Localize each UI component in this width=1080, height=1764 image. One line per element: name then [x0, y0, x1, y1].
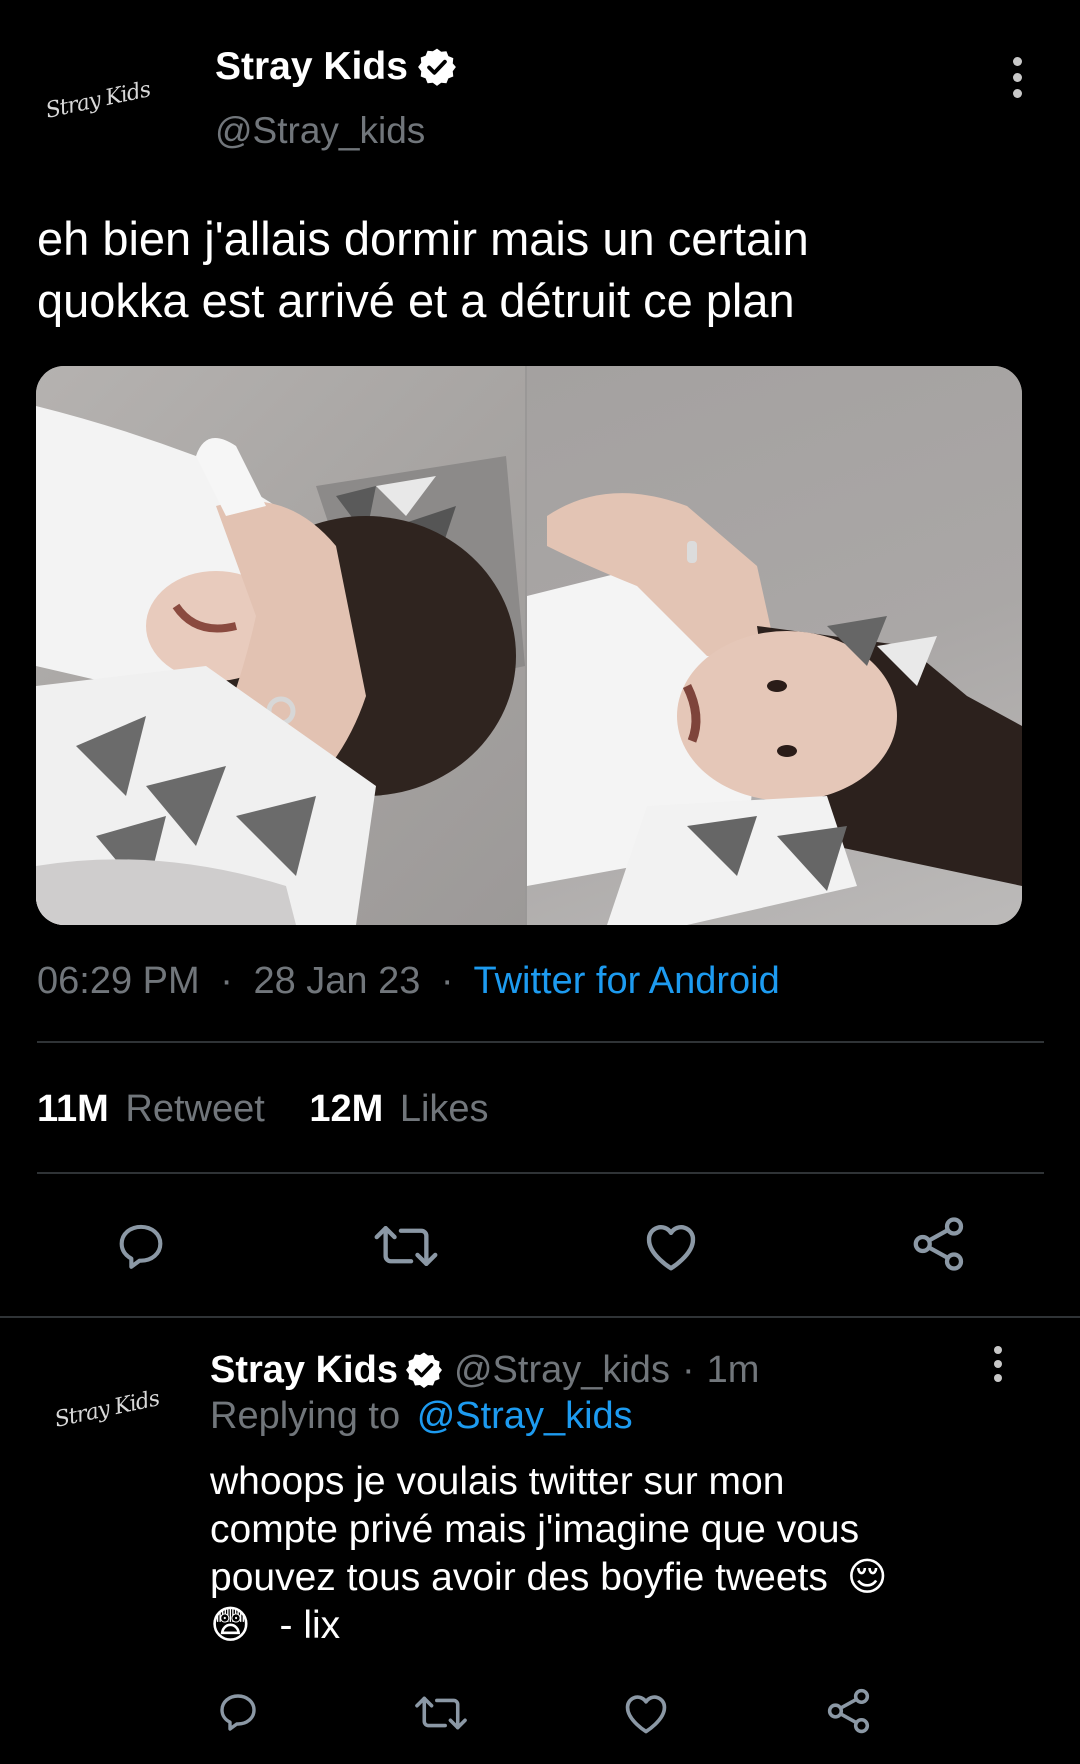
reply-text-suffix: - lix — [279, 1604, 341, 1647]
more-options-icon[interactable] — [1013, 57, 1022, 98]
likes-count: 12M — [309, 1088, 384, 1130]
reply-author-name[interactable]: Stray Kids — [210, 1349, 398, 1392]
reply-header: Stray Kids @Stray_kids · 1m — [210, 1346, 759, 1394]
verified-badge-icon — [418, 48, 456, 86]
share-icon[interactable] — [823, 1686, 875, 1736]
tweet-source-link[interactable]: Twitter for Android — [473, 960, 779, 1002]
share-icon[interactable] — [908, 1214, 970, 1274]
author-handle[interactable]: @Stray_kids — [215, 110, 425, 152]
divider — [0, 1316, 1080, 1318]
photo-right-illustration — [527, 493, 1022, 925]
photo-left-illustration — [36, 406, 525, 925]
reply-icon[interactable] — [110, 1216, 172, 1274]
reply-author-avatar[interactable]: Stray Kids — [48, 1350, 166, 1468]
divider — [37, 1041, 1044, 1043]
likes-label: Likes — [399, 1088, 489, 1130]
like-icon[interactable] — [620, 1688, 672, 1736]
retweet-label: Retweet — [125, 1088, 265, 1130]
verified-badge-icon — [405, 1352, 442, 1388]
tweet-date: 28 Jan 23 — [253, 960, 421, 1002]
meta-separator: · — [681, 1348, 695, 1391]
like-icon[interactable] — [640, 1216, 702, 1274]
tweet-text: eh bien j'allais dormir mais un certain … — [37, 208, 1047, 332]
fearful-face-emoji: 😨 — [210, 1604, 251, 1647]
reply-text-line: whoops je voulais twitter sur mon — [210, 1460, 785, 1503]
tweet-photo-left[interactable] — [36, 366, 525, 925]
replying-to: Replying to @Stray_kids — [210, 1395, 633, 1438]
retweet-icon[interactable] — [412, 1690, 470, 1736]
stray-kids-logo: Stray Kids — [52, 1385, 162, 1433]
retweet-count: 11M — [37, 1088, 109, 1130]
reply-text: whoops je voulais twitter sur mon compte… — [210, 1458, 1060, 1650]
meta-separator: · — [440, 960, 454, 1002]
relieved-face-emoji: 😌 — [846, 1556, 888, 1599]
author-name-row[interactable]: Stray Kids — [215, 42, 458, 92]
tweet-stats: 11M Retweet 12M Likes — [37, 1088, 489, 1131]
tweet-media[interactable] — [36, 366, 1022, 925]
likes-stat[interactable]: 12M Likes — [309, 1088, 488, 1130]
replying-to-handle[interactable]: @Stray_kids — [417, 1395, 633, 1437]
retweet-icon[interactable] — [371, 1218, 441, 1274]
tweet-text-line: quokka est arrivé et a détruit ce plan — [37, 274, 795, 327]
stray-kids-logo: Stray Kids — [43, 76, 153, 124]
tweet-text-line: eh bien j'allais dormir mais un certain — [37, 212, 809, 265]
meta-separator: · — [220, 960, 233, 1002]
author-avatar[interactable]: Stray Kids — [38, 40, 158, 160]
reply-time: 1m — [706, 1348, 760, 1391]
more-options-icon[interactable] — [994, 1346, 1002, 1382]
replying-to-prefix: Replying to — [210, 1395, 401, 1437]
tweet-time: 06:29 PM — [37, 960, 200, 1002]
tweet-meta: 06:29 PM · 28 Jan 23 · Twitter for Andro… — [37, 960, 780, 1003]
reply-text-line: pouvez tous avoir des boyfie tweets — [210, 1556, 828, 1599]
author-name[interactable]: Stray Kids — [215, 45, 408, 89]
reply-text-line: compte privé mais j'imagine que vous — [210, 1508, 860, 1551]
reply-author-handle[interactable]: @Stray_kids — [454, 1349, 670, 1392]
tweet-photo-right[interactable] — [527, 366, 1022, 925]
divider — [37, 1172, 1044, 1174]
retweet-stat[interactable]: 11M Retweet — [37, 1088, 275, 1130]
reply-icon[interactable] — [213, 1687, 263, 1735]
